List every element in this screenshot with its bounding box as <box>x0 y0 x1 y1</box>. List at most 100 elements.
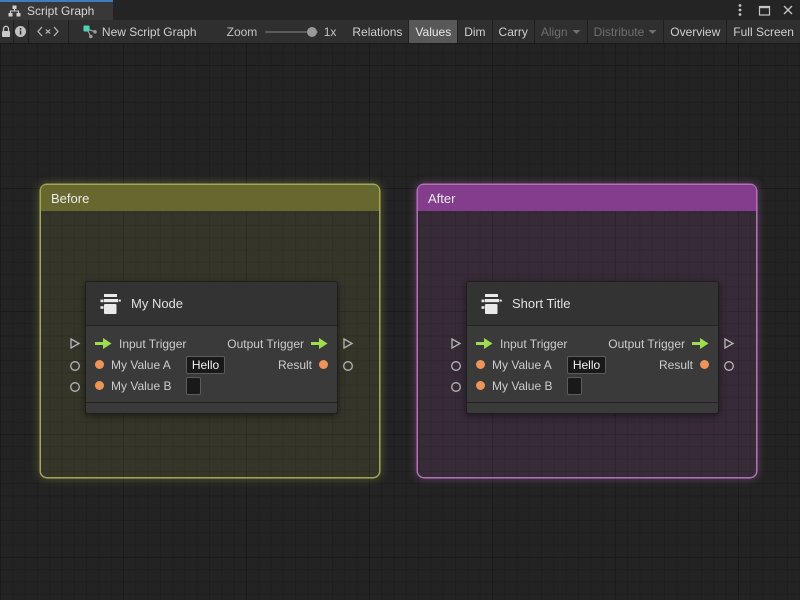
window-controls <box>732 0 796 20</box>
value-port-circle-icon <box>70 361 80 371</box>
kebab-menu-icon <box>738 4 742 16</box>
result-port[interactable]: Result <box>278 358 328 372</box>
port-row-value-a: My Value A Hello Result <box>86 354 337 375</box>
flow-arrow-icon <box>311 338 328 349</box>
group-after-header[interactable]: After <box>418 185 756 211</box>
group-before-header[interactable]: Before <box>41 185 379 211</box>
node-title: Short Title <box>512 296 571 311</box>
group-before-title: Before <box>51 190 90 206</box>
value-port-dot-icon <box>95 360 104 369</box>
value-a-label: My Value A <box>492 357 552 372</box>
node-title: My Node <box>131 296 184 311</box>
value-port-circle-icon <box>451 361 461 371</box>
value-port-circle-icon <box>451 382 461 392</box>
graph-canvas[interactable]: Before After My Node Input Trigger Outpu… <box>0 44 800 600</box>
values-button[interactable]: Values <box>409 20 458 43</box>
close-icon <box>783 5 793 15</box>
node-body-container[interactable]: Short Title Input Trigger Output Trigger <box>466 281 719 414</box>
chevron-down-icon <box>572 29 581 34</box>
value-port-dot-icon <box>476 381 485 390</box>
value-a-port[interactable]: My Value A Hello <box>476 355 607 374</box>
tab-script-graph[interactable]: Script Graph <box>0 0 113 20</box>
overview-button[interactable]: Overview <box>664 20 726 43</box>
carry-button[interactable]: Carry <box>493 20 534 43</box>
node-ports: Input Trigger Output Trigger My Value A … <box>86 326 337 402</box>
port-row-trigger: Input Trigger Output Trigger <box>467 333 718 354</box>
external-input-flow-port[interactable] <box>69 337 81 350</box>
unit-node-icon <box>100 293 121 314</box>
value-a-field[interactable]: Hello <box>566 355 607 374</box>
distribute-label: Distribute <box>593 24 645 39</box>
value-b-field[interactable] <box>186 376 202 395</box>
value-a-port[interactable]: My Value A Hello <box>95 355 226 374</box>
external-result-port[interactable] <box>342 359 354 372</box>
lock-icon <box>2 25 11 37</box>
value-a-field[interactable]: Hello <box>185 355 226 374</box>
tab-bar: Script Graph <box>0 0 800 20</box>
maximize-button[interactable] <box>756 2 772 18</box>
value-port-circle-icon <box>70 382 80 392</box>
value-a-label: My Value A <box>111 357 171 372</box>
code-view-button[interactable] <box>28 20 68 43</box>
new-graph-icon <box>83 25 97 38</box>
value-port-circle-icon <box>343 361 353 371</box>
external-output-flow-port[interactable] <box>342 337 354 350</box>
flow-port-triangle-icon <box>724 337 735 350</box>
unit-node-icon <box>481 293 502 314</box>
external-value-port-b[interactable] <box>69 380 81 393</box>
flow-arrow-icon <box>692 338 709 349</box>
zoom-slider[interactable] <box>265 20 318 43</box>
lock-button[interactable] <box>0 20 13 43</box>
node-header[interactable]: Short Title <box>467 282 718 326</box>
result-label: Result <box>277 357 312 372</box>
value-port-dot-icon <box>319 360 328 369</box>
toolbar-toggle-group: Relations Values Dim Carry Align Distrib… <box>346 20 800 43</box>
result-port[interactable]: Result <box>659 358 709 372</box>
values-label: Values <box>415 24 452 39</box>
flow-port-triangle-icon <box>70 337 81 350</box>
output-trigger-port[interactable]: Output Trigger <box>227 337 328 351</box>
input-trigger-port[interactable]: Input Trigger <box>476 337 567 351</box>
value-b-label: My Value B <box>111 378 172 393</box>
value-b-port[interactable]: My Value B <box>95 376 202 395</box>
full-screen-button[interactable]: Full Screen <box>727 20 800 43</box>
flow-port-triangle-icon <box>451 337 462 350</box>
node-header[interactable]: My Node <box>86 282 337 326</box>
value-b-field[interactable] <box>567 376 583 395</box>
value-b-port[interactable]: My Value B <box>476 376 583 395</box>
menu-button[interactable] <box>732 2 748 18</box>
result-label: Result <box>658 357 693 372</box>
dim-button[interactable]: Dim <box>458 20 491 43</box>
new-script-graph-button[interactable]: New Script Graph <box>77 20 203 43</box>
chevron-down-icon <box>648 29 657 34</box>
output-trigger-port[interactable]: Output Trigger <box>608 337 709 351</box>
external-output-flow-port[interactable] <box>723 337 735 350</box>
zoom-slider-handle[interactable] <box>306 26 317 37</box>
port-row-value-a: My Value A Hello Result <box>467 354 718 375</box>
external-value-port-a[interactable] <box>69 359 81 372</box>
toolbar-separator <box>68 20 69 43</box>
close-button[interactable] <box>780 2 796 18</box>
external-value-port-b[interactable] <box>450 380 462 393</box>
carry-label: Carry <box>498 24 528 39</box>
full-screen-label: Full Screen <box>733 24 794 39</box>
node-my-node[interactable]: My Node Input Trigger Output Trigger My … <box>70 281 354 414</box>
node-short-title[interactable]: Short Title Input Trigger Output Trigger <box>451 281 735 414</box>
value-port-circle-icon <box>724 361 734 371</box>
relations-button[interactable]: Relations <box>346 20 408 43</box>
distribute-dropdown[interactable]: Distribute <box>588 20 664 43</box>
external-result-port[interactable] <box>723 359 735 372</box>
input-trigger-port[interactable]: Input Trigger <box>95 337 186 351</box>
info-icon <box>15 26 26 37</box>
flow-arrow-icon <box>95 338 112 349</box>
port-row-trigger: Input Trigger Output Trigger <box>86 333 337 354</box>
external-input-flow-port[interactable] <box>450 337 462 350</box>
info-button[interactable] <box>13 20 28 43</box>
maximize-icon <box>758 5 770 16</box>
node-body-container[interactable]: My Node Input Trigger Output Trigger My … <box>85 281 338 414</box>
align-dropdown[interactable]: Align <box>535 20 587 43</box>
group-after-title: After <box>428 190 456 206</box>
code-icon <box>37 26 60 37</box>
external-value-port-a[interactable] <box>450 359 462 372</box>
input-trigger-label: Input Trigger <box>500 336 568 351</box>
